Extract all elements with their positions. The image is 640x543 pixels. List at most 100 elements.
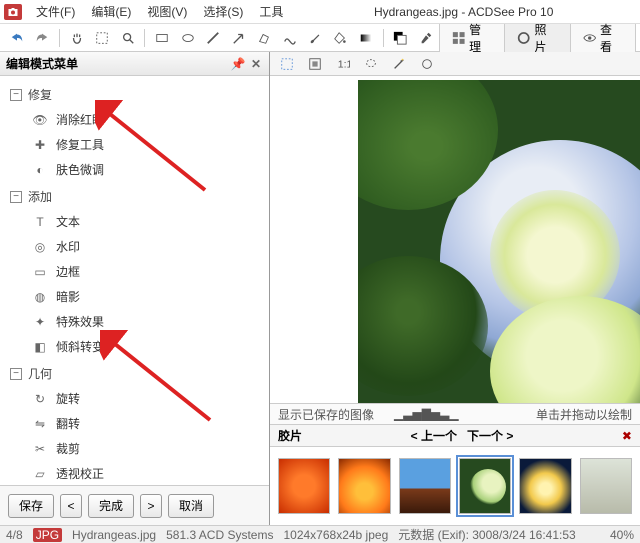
crop-icon: ✂ [32,441,48,457]
window-title: Hydrangeas.jpg - ACDSee Pro 10 [291,5,636,19]
message-bar: 显示已保存的图像 ▁▃▅▇▅▃▁ 单击并拖动以绘制 [270,403,640,425]
group-add[interactable]: −添加 [10,182,259,209]
thumb-6[interactable] [580,458,632,514]
gradient-tool[interactable] [354,27,377,49]
filmstrip-prev[interactable]: < 上一个 [411,427,457,444]
collapse-icon[interactable]: − [10,89,22,101]
menu-view[interactable]: 视图(V) [139,1,195,23]
flip-icon: ⇋ [32,416,48,432]
saved-label[interactable]: 显示已保存的图像 [278,406,374,423]
tool-skin[interactable]: ◐肤色微调 [10,157,259,182]
brush-sel-icon[interactable] [415,53,439,75]
menu-select[interactable]: 选择(S) [195,1,251,23]
thumb-5[interactable] [519,458,571,514]
tool-rotate[interactable]: ↻旋转 [10,386,259,411]
collapse-icon[interactable]: − [10,191,22,203]
svg-text:1:1: 1:1 [338,58,350,70]
tool-border[interactable]: ▭边框 [10,259,259,284]
app-icon [4,4,22,20]
menu-edit[interactable]: 编辑(E) [83,1,139,23]
status-meta: 元数据 (Exif): 3008/3/24 16:41:53 [398,526,575,543]
tab-photo[interactable]: 照片 [505,24,570,52]
lasso-icon[interactable] [359,53,383,75]
menu-file[interactable]: 文件(F) [28,1,83,23]
thumb-2[interactable] [338,458,390,514]
tool-repair[interactable]: ✚修复工具 [10,132,259,157]
filmstrip [270,447,640,525]
brush-tool[interactable] [303,27,326,49]
perspective-icon: ▱ [32,466,48,482]
draw-rect[interactable] [150,27,173,49]
group-repair[interactable]: −修复 [10,80,259,107]
pin-icon[interactable]: 📌 [231,57,245,71]
panel-title: 编辑模式菜单 [6,55,78,72]
fill-tool[interactable] [329,27,352,49]
pan-tool[interactable] [65,27,88,49]
tool-special[interactable]: ✦特殊效果 [10,309,259,334]
filmstrip-close[interactable]: ✖ [622,429,632,443]
hint-label: 单击并拖动以绘制 [536,406,632,423]
prev-button[interactable]: < [60,494,82,518]
draw-poly[interactable] [252,27,275,49]
close-icon[interactable]: ✕ [249,57,263,71]
done-button[interactable]: 完成 [88,494,134,518]
draw-arrow[interactable] [227,27,250,49]
tool-crop[interactable]: ✂裁剪 [10,436,259,461]
watermark-icon: ◎ [32,239,48,255]
status-ratio: 4/8 [6,528,23,542]
image-area: 1:1 显示已保存的图像 ▁▃▅▇▅▃▁ 单击并拖动以绘制 胶片 < 上一个 下… [270,52,640,525]
mode-tabs: 管理 照片 查看 [439,24,636,52]
eyedropper[interactable] [414,27,437,49]
redo-button[interactable] [30,27,53,49]
tool-vignette[interactable]: ◍暗影 [10,284,259,309]
select-tool[interactable] [90,27,113,49]
undo-button[interactable] [5,27,28,49]
collapse-icon[interactable]: − [10,368,22,380]
vignette-icon: ◍ [32,289,48,305]
filmstrip-label: 胶片 [278,427,302,444]
panel-body: −修复 👁消除红眼 ✚修复工具 ◐肤色微调 −添加 T文本 ◎水印 ▭边框 ◍暗… [0,76,269,485]
text-icon: T [32,214,48,230]
tilt-icon: ◧ [32,339,48,355]
cancel-button[interactable]: 取消 [168,494,214,518]
status-filename: Hydrangeas.jpg [72,528,156,542]
tab-manage[interactable]: 管理 [440,24,505,52]
tool-perspective[interactable]: ▱透视校正 [10,461,259,485]
fit-icon[interactable] [303,53,327,75]
main-image [358,80,640,403]
draw-line[interactable] [201,27,224,49]
thumb-3[interactable] [399,458,451,514]
panel-header: 编辑模式菜单 📌 ✕ [0,52,269,76]
status-bar: 4/8 JPG Hydrangeas.jpg 581.3 ACD Systems… [0,525,640,543]
status-zoom: 40% [610,528,634,542]
view-toolbar: 1:1 [270,52,640,76]
border-icon: ▭ [32,264,48,280]
image-viewport[interactable] [270,76,640,403]
tab-view[interactable]: 查看 [571,24,636,52]
menu-tools[interactable]: 工具 [251,1,291,23]
draw-curve[interactable] [278,27,301,49]
tool-redeye[interactable]: 👁消除红眼 [10,107,259,132]
thumb-1[interactable] [278,458,330,514]
actual-icon[interactable]: 1:1 [331,53,355,75]
thumb-4[interactable] [459,458,511,514]
skin-icon: ◐ [32,162,48,178]
histogram-icon[interactable]: ▁▃▅▇▅▃▁ [394,407,459,421]
zoom-tool[interactable] [116,27,139,49]
bandage-icon: ✚ [32,137,48,153]
wand-icon[interactable] [387,53,411,75]
effects-icon: ✦ [32,314,48,330]
save-button[interactable]: 保存 [8,494,54,518]
next-button[interactable]: > [140,494,162,518]
marquee-icon[interactable] [275,53,299,75]
group-geometry[interactable]: −几何 [10,359,259,386]
tool-watermark[interactable]: ◎水印 [10,234,259,259]
tool-tilt[interactable]: ◧倾斜转变 [10,334,259,359]
color-fg[interactable] [389,27,412,49]
tool-flip[interactable]: ⇋翻转 [10,411,259,436]
status-info: 581.3 ACD Systems [166,528,273,542]
tool-text[interactable]: T文本 [10,209,259,234]
draw-ellipse[interactable] [176,27,199,49]
main-toolbar: 管理 照片 查看 [0,24,640,52]
filmstrip-next[interactable]: 下一个 > [467,427,513,444]
